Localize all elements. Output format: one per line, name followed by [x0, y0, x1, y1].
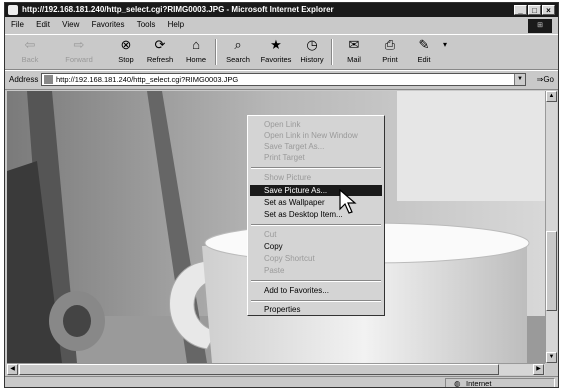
home-icon: ⌂ — [192, 37, 200, 52]
horizontal-scroll-thumb[interactable] — [19, 364, 499, 375]
mail-icon: ✉ — [348, 37, 360, 52]
scroll-left-icon[interactable]: ◀ — [7, 364, 18, 375]
menu-item-set-as-wallpaper[interactable]: Set as Wallpaper — [250, 197, 382, 208]
refresh-icon: ⟳ — [154, 37, 166, 52]
menu-item-open-link[interactable]: Open Link — [250, 119, 382, 130]
forward-button[interactable]: ⇨ Forward — [57, 37, 101, 64]
menu-file[interactable]: File — [11, 20, 24, 29]
menu-item-add-to-favorites[interactable]: Add to Favorites... — [250, 285, 382, 296]
vertical-scrollbar[interactable]: ▲ ▼ — [545, 91, 557, 363]
menu-help[interactable]: Help — [168, 20, 184, 29]
refresh-button[interactable]: ⟳ Refresh — [145, 37, 175, 64]
globe-icon: ◍ — [454, 379, 461, 388]
ie-logo-icon — [8, 5, 18, 15]
history-button[interactable]: ◷ History — [297, 37, 327, 64]
go-button[interactable]: ⇒Go — [537, 75, 554, 84]
chevron-down-icon: ▾ — [442, 40, 447, 49]
menu-item-open-link-new-window[interactable]: Open Link in New Window — [250, 130, 382, 141]
menu-item-print-target[interactable]: Print Target — [250, 152, 382, 163]
menu-item-show-picture[interactable]: Show Picture — [250, 172, 382, 183]
scroll-down-icon[interactable]: ▼ — [546, 352, 557, 363]
vertical-scroll-thumb[interactable] — [546, 231, 557, 311]
menu-tools[interactable]: Tools — [137, 20, 156, 29]
menu-divider — [251, 300, 381, 302]
title-bar: http://192.168.181.240/http_select.cgi?R… — [5, 3, 558, 17]
menu-item-paste[interactable]: Paste — [250, 265, 382, 276]
address-input[interactable]: http://192.168.181.240/http_select.cgi?R… — [41, 73, 526, 86]
menu-divider — [251, 224, 381, 226]
toolbar-separator — [331, 39, 333, 65]
back-button[interactable]: ⇦ Back — [15, 37, 45, 64]
address-bar: Address http://192.168.181.240/http_sele… — [5, 70, 558, 90]
menu-item-copy[interactable]: Copy — [250, 241, 382, 252]
favorites-icon: ★ — [270, 37, 282, 52]
menu-divider — [251, 280, 381, 282]
toolbar-more-button[interactable]: ▾ — [437, 37, 449, 55]
menu-item-save-target-as[interactable]: Save Target As... — [250, 141, 382, 152]
edit-button[interactable]: ✎ Edit — [409, 37, 439, 64]
menu-edit[interactable]: Edit — [36, 20, 50, 29]
menu-item-properties[interactable]: Properties — [250, 304, 382, 315]
menu-item-copy-shortcut[interactable]: Copy Shortcut — [250, 253, 382, 264]
edit-icon: ✎ — [418, 37, 430, 52]
menu-item-set-as-desktop-item[interactable]: Set as Desktop Item... — [250, 209, 382, 220]
context-menu: Open Link Open Link in New Window Save T… — [247, 115, 385, 316]
scroll-up-icon[interactable]: ▲ — [546, 91, 557, 102]
minimize-button[interactable]: _ — [514, 5, 527, 15]
close-button[interactable]: × — [542, 5, 555, 15]
history-icon: ◷ — [306, 37, 318, 52]
favorites-button[interactable]: ★ Favorites — [259, 37, 293, 64]
address-url: http://192.168.181.240/http_select.cgi?R… — [56, 75, 239, 84]
menu-view[interactable]: View — [62, 20, 79, 29]
window-title: http://192.168.181.240/http_select.cgi?R… — [22, 5, 334, 14]
stop-button[interactable]: ⊗ Stop — [111, 37, 141, 64]
menu-favorites[interactable]: Favorites — [92, 20, 125, 29]
security-zone: ◍ Internet — [445, 378, 555, 388]
search-icon: ⌕ — [234, 37, 242, 52]
forward-arrow-icon: ⇨ — [73, 37, 85, 52]
maximize-button[interactable]: □ — [528, 5, 541, 15]
status-bar: ◍ Internet — [5, 376, 558, 388]
menu-bar: File Edit View Favorites Tools Help — [5, 18, 558, 31]
horizontal-scrollbar[interactable]: ◀ ▶ — [7, 363, 545, 375]
menu-divider — [251, 167, 381, 169]
print-button[interactable]: ⎙ Print — [375, 37, 405, 64]
menu-item-save-picture-as[interactable]: Save Picture As... — [250, 185, 382, 196]
address-label: Address — [9, 75, 39, 84]
mail-button[interactable]: ✉ Mail — [339, 37, 369, 64]
home-button[interactable]: ⌂ Home — [181, 37, 211, 64]
stop-icon: ⊗ — [120, 37, 132, 52]
windows-logo-icon: ⊞ — [528, 19, 552, 33]
address-dropdown-button[interactable]: ▼ — [514, 74, 525, 85]
mouse-pointer-icon — [339, 189, 357, 214]
standard-toolbar: ⇦ Back ⇨ Forward ⊗ Stop ⟳ Refresh ⌂ Home… — [5, 34, 558, 70]
menu-item-cut[interactable]: Cut — [250, 229, 382, 240]
browser-window: http://192.168.181.240/http_select.cgi?R… — [4, 2, 559, 388]
toolbar-separator — [215, 39, 217, 65]
back-arrow-icon: ⇦ — [24, 37, 36, 52]
search-button[interactable]: ⌕ Search — [223, 37, 253, 64]
scroll-right-icon[interactable]: ▶ — [533, 364, 544, 375]
page-icon — [44, 75, 53, 84]
print-icon: ⎙ — [384, 37, 396, 52]
